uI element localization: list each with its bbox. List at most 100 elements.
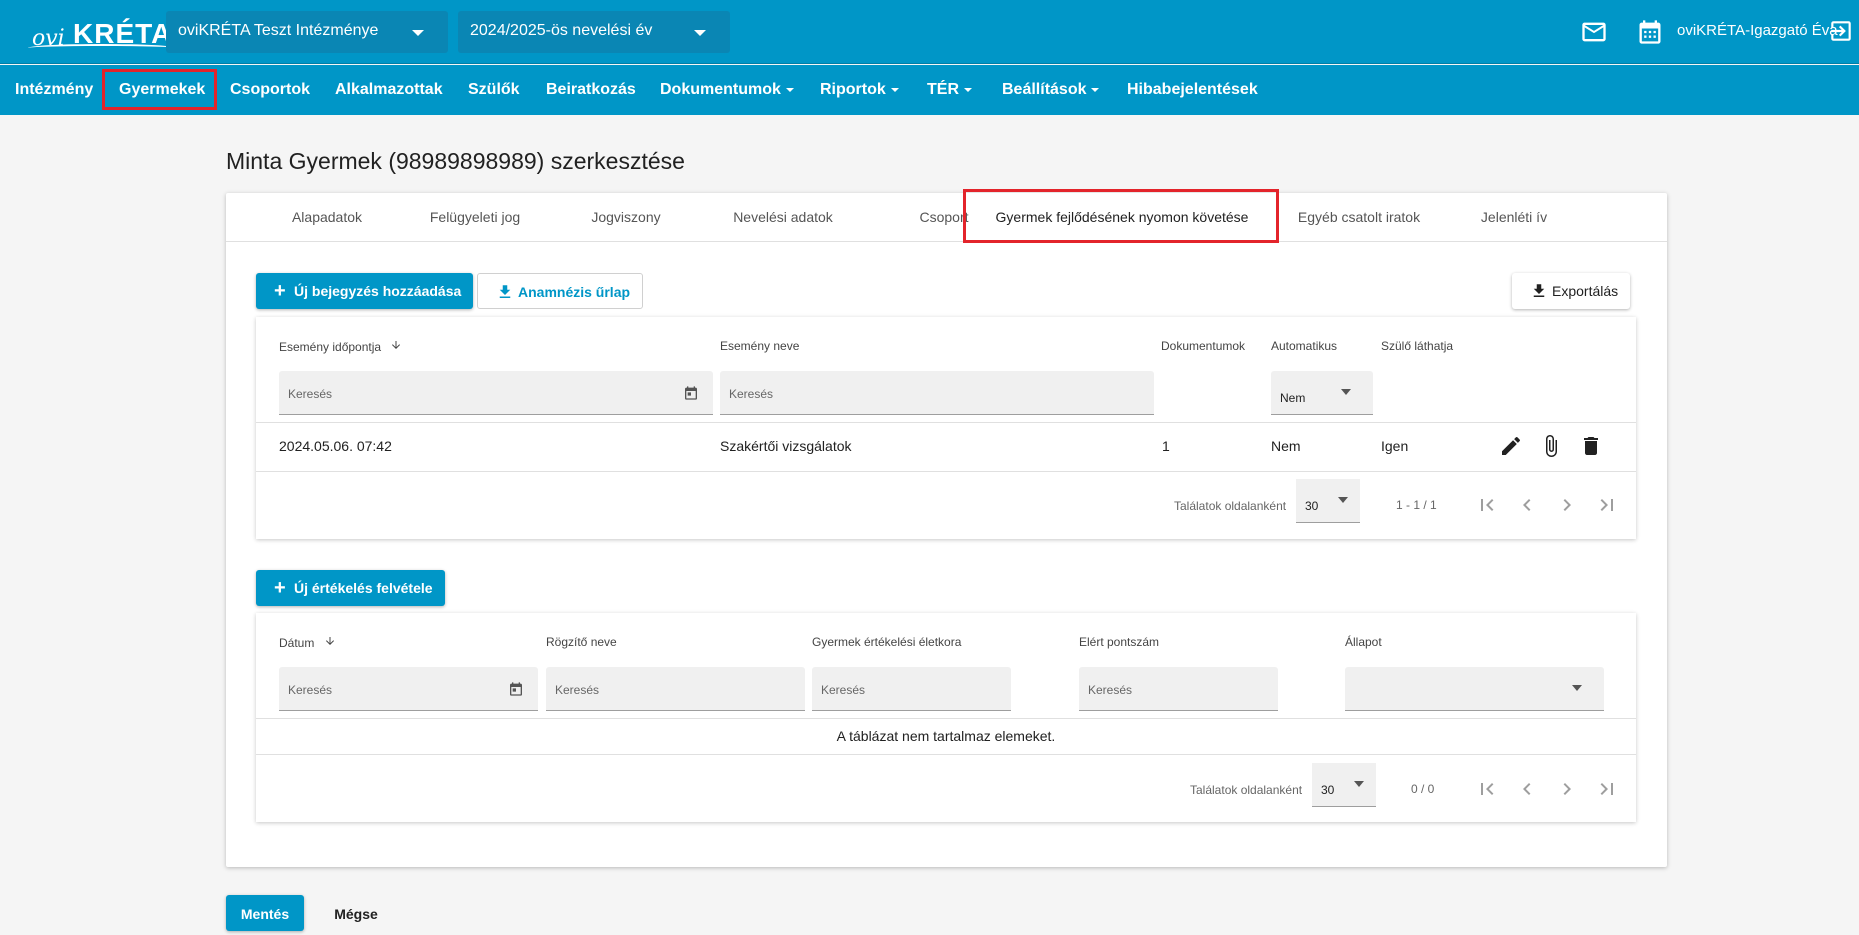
save-button[interactable]: Mentés — [226, 895, 304, 931]
tab-label: Alapadatok — [291, 209, 363, 225]
nav-label: TÉR — [927, 81, 959, 98]
filter-placeholder: Keresés — [288, 387, 333, 401]
download-icon — [499, 285, 511, 298]
tab-jelenleti-iv[interactable]: Jelenléti ív — [1439, 193, 1589, 242]
delete-icon[interactable] — [1579, 434, 1603, 458]
add-event-button[interactable]: + Új bejegyzés hozzáadása — [256, 273, 474, 309]
name-filter-input[interactable]: Keresés — [720, 371, 1154, 415]
tab-felugyeleti-jog[interactable]: Felügyeleti jog — [402, 193, 548, 242]
prev-page-icon[interactable] — [1515, 493, 1539, 517]
filter-placeholder: Keresés — [821, 683, 866, 697]
next-page-icon[interactable] — [1555, 493, 1579, 517]
nav-item-intezmeny[interactable]: Intézmény — [15, 65, 93, 115]
last-page-icon[interactable] — [1595, 493, 1619, 517]
nav-label: Alkalmazottak — [335, 81, 443, 98]
export-button[interactable]: Exportálás — [1512, 273, 1631, 309]
nav-label: Riportok — [820, 81, 886, 98]
tab-jogviszony[interactable]: Jogviszony — [554, 193, 698, 242]
recorder-filter-input[interactable]: Keresés — [546, 667, 805, 711]
attachment-icon[interactable] — [1539, 434, 1563, 458]
calendar-icon[interactable] — [508, 681, 524, 697]
column-header-parent-visible[interactable]: Szülő láthatja — [1381, 339, 1453, 353]
last-page-icon[interactable] — [1595, 777, 1619, 801]
anamnesis-label: Anamnézis űrlap — [518, 284, 631, 300]
nav-item-riportok[interactable]: Riportok — [820, 65, 899, 115]
arrow-down-icon — [325, 637, 334, 645]
school-year-value: 2024/2025-ös nevelési év — [470, 22, 653, 39]
tab-label: Nevelési adatok — [733, 209, 833, 225]
column-header-score[interactable]: Elért pontszám — [1079, 635, 1159, 649]
highlight-box-tab — [963, 189, 1279, 243]
nav-item-hibabejelentesek[interactable]: Hibabejelentések — [1127, 65, 1258, 115]
auto-filter-select[interactable]: Nem — [1271, 371, 1373, 415]
row-auto: Nem — [1271, 438, 1301, 454]
nav-item-alkalmazottak[interactable]: Alkalmazottak — [335, 65, 443, 115]
logout-icon[interactable] — [1828, 18, 1856, 46]
nav-item-beallitasok[interactable]: Beállítások — [1002, 65, 1100, 115]
nav-item-ter[interactable]: TÉR — [927, 65, 972, 115]
add-evaluation-button[interactable]: + Új értékelés felvétele — [256, 570, 445, 606]
column-header-auto[interactable]: Automatikus — [1271, 339, 1337, 353]
date-filter-input[interactable]: Keresés — [279, 667, 538, 711]
nav-item-beiratkozas[interactable]: Beiratkozás — [546, 65, 636, 115]
first-page-icon[interactable] — [1475, 777, 1499, 801]
page-range: 0 / 0 — [1411, 782, 1435, 796]
column-header-recorder[interactable]: Rögzítő neve — [546, 635, 617, 649]
column-header-docs[interactable]: Dokumentumok — [1161, 339, 1245, 353]
column-label: Elért pontszám — [1079, 635, 1160, 649]
prev-page-icon[interactable] — [1515, 777, 1539, 801]
mail-icon[interactable] — [1580, 18, 1608, 46]
filter-value: Nem — [1280, 391, 1306, 405]
page-range: 1 - 1 / 1 — [1396, 498, 1437, 512]
next-page-icon[interactable] — [1555, 777, 1579, 801]
score-filter-input[interactable]: Keresés — [1079, 667, 1278, 711]
column-header-name[interactable]: Esemény neve — [720, 339, 799, 353]
page-size-select[interactable]: 30 — [1296, 479, 1360, 523]
column-label: Automatikus — [1271, 339, 1338, 353]
nav-label: Beiratkozás — [546, 81, 636, 98]
column-label: Esemény időpontja — [279, 340, 382, 354]
page-size-label: Találatok oldalanként — [1190, 783, 1303, 797]
age-filter-input[interactable]: Keresés — [812, 667, 1011, 711]
nav-label: Beállítások — [1002, 81, 1087, 98]
chevron-down-icon — [1091, 87, 1100, 92]
column-label: Dokumentumok — [1161, 339, 1246, 353]
date-filter-input[interactable]: Keresés — [279, 371, 713, 415]
tab-bar: Alapadatok Felügyeleti jog Jogviszony Ne… — [226, 193, 1667, 242]
chevron-down-icon — [1354, 781, 1364, 787]
column-header-date[interactable]: Esemény időpontja — [279, 339, 402, 354]
cancel-button[interactable]: Mégse — [320, 895, 392, 931]
row-parent-visible: Igen — [1381, 438, 1409, 454]
anamnesis-button[interactable]: Anamnézis űrlap — [477, 273, 644, 309]
first-page-icon[interactable] — [1475, 493, 1499, 517]
nav-item-csoportok[interactable]: Csoportok — [230, 65, 310, 115]
nav-item-dokumentumok[interactable]: Dokumentumok — [660, 65, 794, 115]
tab-egyeb-iratok[interactable]: Egyéb csatolt iratok — [1279, 193, 1439, 242]
column-label: Rögzítő neve — [546, 635, 617, 649]
download-icon — [1533, 284, 1545, 297]
nav-label: Dokumentumok — [660, 81, 781, 98]
status-filter-select[interactable] — [1345, 667, 1604, 711]
tab-nevelesi-adatok[interactable]: Nevelési adatok — [698, 193, 868, 242]
school-year-select[interactable]: 2024/2025-ös nevelési év — [458, 11, 730, 53]
calendar-icon[interactable] — [683, 385, 699, 401]
edit-icon[interactable] — [1499, 434, 1523, 458]
divider — [256, 422, 1636, 423]
add-evaluation-label: Új értékelés felvétele — [294, 580, 433, 596]
top-bar: ovi KRÉTA oviKRÉTA Teszt Intézménye 2024… — [0, 0, 1859, 64]
nav-label: Hibabejelentések — [1127, 81, 1258, 98]
column-header-status[interactable]: Állapot — [1345, 635, 1382, 649]
page-title: Minta Gyermek (98989898989) szerkesztése — [226, 148, 685, 174]
calendar-icon[interactable] — [1636, 18, 1664, 46]
tab-alapadatok[interactable]: Alapadatok — [264, 193, 390, 242]
logo-swoosh — [28, 44, 176, 52]
column-header-date[interactable]: Dátum — [279, 635, 336, 650]
page-size-select[interactable]: 30 — [1312, 763, 1376, 807]
user-name[interactable]: oviKRÉTA-Igazgató Éva — [1677, 22, 1838, 39]
institution-select[interactable]: oviKRÉTA Teszt Intézménye — [166, 11, 448, 53]
nav-item-szulok[interactable]: Szülők — [468, 65, 520, 115]
tab-label: Jelenléti ív — [1480, 209, 1548, 225]
chevron-down-icon — [1572, 685, 1582, 691]
chevron-down-icon — [964, 87, 972, 92]
column-header-age[interactable]: Gyermek értékelési életkora — [812, 635, 961, 649]
